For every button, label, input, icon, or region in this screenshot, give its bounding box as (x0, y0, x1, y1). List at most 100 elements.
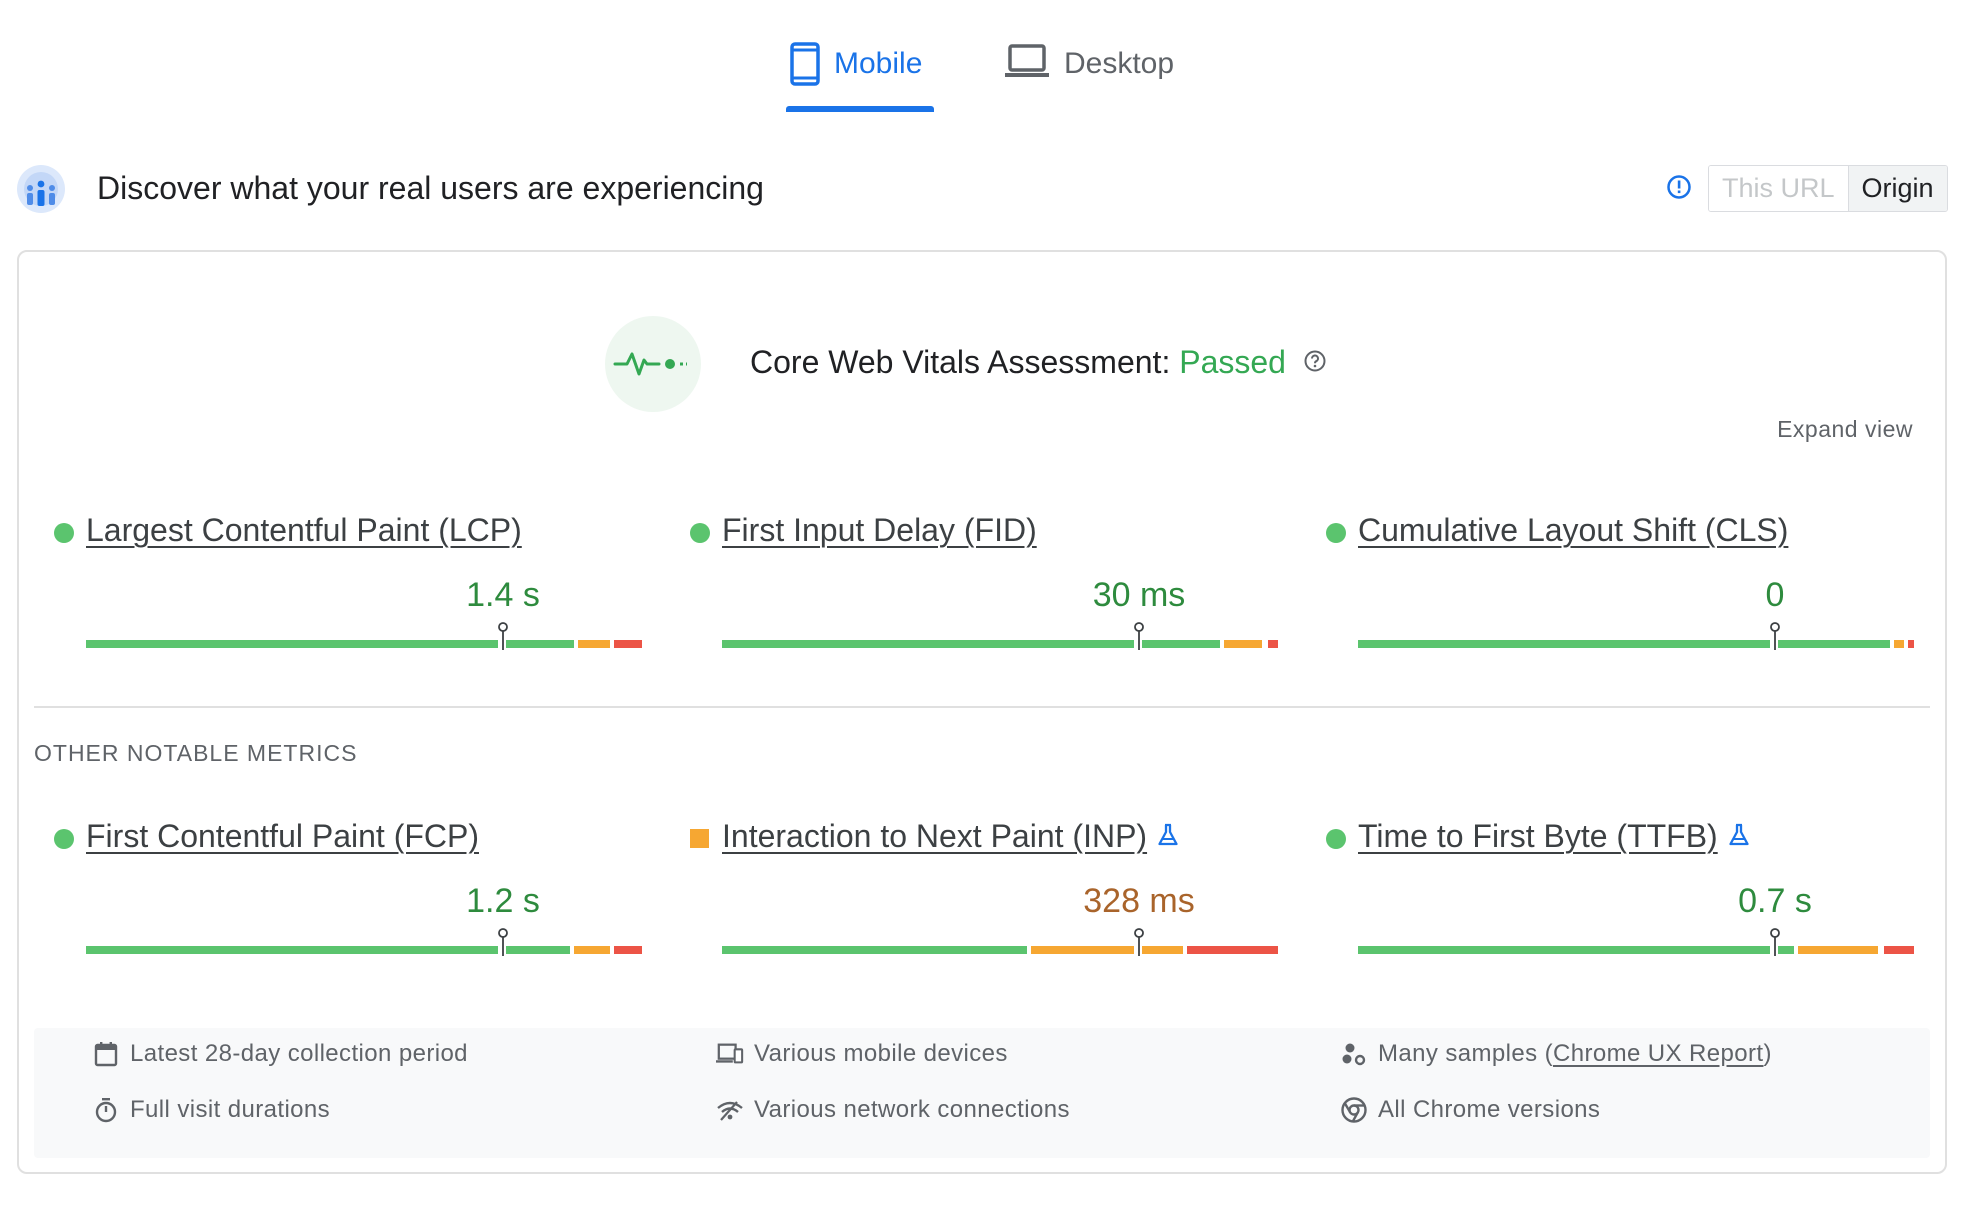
network-item: Various network connections (716, 1096, 1070, 1124)
good-segment (506, 946, 570, 954)
samples-suffix: ) (1763, 1040, 1772, 1067)
chrome-icon (1340, 1096, 1368, 1124)
inp-distribution-bar (722, 928, 1278, 956)
metric-inp: Interaction to Next Paint (INP) 328 ms (670, 810, 1278, 960)
active-tab-indicator (786, 106, 934, 112)
help-icon[interactable] (1303, 340, 1327, 384)
smartphone-icon (790, 42, 820, 94)
real-users-icon (16, 164, 66, 219)
needs-improvement-segment (574, 946, 610, 954)
metric-cls: Cumulative Layout Shift (CLS) 0 (1306, 504, 1914, 654)
cls-distribution-bar (1358, 622, 1914, 650)
samples-item: Many samples (Chrome UX Report) (1340, 1040, 1772, 1068)
good-status-dot (54, 523, 74, 543)
origin-button[interactable]: Origin (1848, 166, 1947, 211)
good-segment (722, 640, 1134, 648)
good-status-dot (690, 523, 710, 543)
metric-ttfb: Time to First Byte (TTFB) 0.7 s (1306, 810, 1914, 960)
metric-fid: First Input Delay (FID) 30 ms (670, 504, 1278, 654)
ttfb-distribution-bar (1358, 928, 1914, 956)
fid-name-link[interactable]: First Input Delay (FID) (722, 508, 1037, 552)
tab-mobile-label: Mobile (834, 47, 923, 80)
chrome-ux-report-link[interactable]: Chrome UX Report (1553, 1040, 1763, 1068)
metric-lcp: Largest Contentful Paint (LCP) 1.4 s (34, 504, 642, 654)
good-segment (506, 640, 574, 648)
good-segment (1358, 640, 1770, 648)
poor-segment (614, 640, 642, 648)
poor-segment (1187, 946, 1278, 954)
device-tabs: Mobile Desktop (0, 0, 1964, 118)
page-title: Discover what your real users are experi… (97, 170, 764, 206)
field-data-card: Core Web Vitals Assessment: Passed Expan… (17, 250, 1947, 1174)
lcp-value: 1.4 s (466, 576, 540, 614)
ttfb-value: 0.7 s (1738, 882, 1812, 920)
needs-improvement-segment (1798, 946, 1878, 954)
laptop-icon (1004, 42, 1050, 88)
stopwatch-icon (92, 1096, 120, 1124)
poor-segment (614, 946, 642, 954)
vitals-pulse-icon (605, 316, 701, 412)
needs-improvement-segment (1894, 640, 1904, 648)
network-text: Various network connections (754, 1096, 1070, 1123)
percentile-marker-icon (1133, 622, 1145, 652)
chrome-versions-text: All Chrome versions (1378, 1096, 1601, 1123)
fid-distribution-bar (722, 622, 1278, 650)
flask-icon (1728, 814, 1750, 858)
chrome-versions-item: All Chrome versions (1340, 1096, 1600, 1124)
good-status-dot (1326, 523, 1346, 543)
needs-improvement-segment (578, 640, 610, 648)
good-segment (86, 640, 498, 648)
collection-period-text: Latest 28-day collection period (130, 1040, 468, 1067)
calendar-icon (92, 1040, 120, 1068)
percentile-marker-icon (1769, 928, 1781, 958)
expand-view-link[interactable]: Expand view (1777, 416, 1913, 443)
ttfb-name-link[interactable]: Time to First Byte (TTFB) (1358, 814, 1750, 858)
network-icon (716, 1096, 744, 1124)
this-url-button[interactable]: This URL (1709, 166, 1849, 211)
other-metrics-heading: OTHER NOTABLE METRICS (34, 740, 358, 766)
cls-name-link[interactable]: Cumulative Layout Shift (CLS) (1358, 508, 1788, 552)
tab-mobile[interactable]: Mobile (790, 38, 922, 108)
fcp-distribution-bar (86, 928, 642, 956)
percentile-marker-icon (497, 928, 509, 958)
collection-period-item: Latest 28-day collection period (92, 1040, 468, 1068)
lcp-name-link[interactable]: Largest Contentful Paint (LCP) (86, 508, 522, 552)
devices-text: Various mobile devices (754, 1040, 1008, 1067)
percentile-marker-icon (1133, 928, 1145, 958)
url-origin-toggle: This URL Origin (1708, 165, 1948, 212)
poor-segment (1268, 640, 1278, 648)
fcp-name-link[interactable]: First Contentful Paint (FCP) (86, 814, 479, 858)
visit-durations-text: Full visit durations (130, 1096, 331, 1123)
needs-improvement-segment (1224, 640, 1262, 648)
metric-fcp: First Contentful Paint (FCP) 1.2 s (34, 810, 642, 960)
poor-segment (1908, 640, 1914, 648)
info-icon[interactable] (1666, 174, 1692, 205)
assessment-heading: Core Web Vitals Assessment: Passed (750, 340, 1327, 384)
assessment-status: Passed (1179, 344, 1286, 380)
tab-desktop[interactable]: Desktop (1004, 38, 1174, 108)
good-segment (1142, 640, 1220, 648)
samples-prefix: Many samples ( (1378, 1040, 1553, 1067)
poor-segment (1884, 946, 1914, 954)
samples-icon (1340, 1040, 1368, 1068)
section-header: Discover what your real users are experi… (0, 160, 1964, 220)
data-source-footer: Latest 28-day collection period Full vis… (34, 1028, 1930, 1158)
devices-icon (716, 1040, 744, 1068)
needs-improvement-segment (1031, 946, 1134, 954)
inp-value: 328 ms (1083, 882, 1195, 920)
devices-item: Various mobile devices (716, 1040, 1008, 1068)
good-segment (1358, 946, 1770, 954)
lcp-distribution-bar (86, 622, 642, 650)
good-status-dot (54, 829, 74, 849)
good-status-dot (1326, 829, 1346, 849)
assessment-label: Core Web Vitals Assessment: (750, 344, 1171, 380)
good-segment (722, 946, 1027, 954)
cls-value: 0 (1765, 576, 1785, 614)
section-divider (34, 706, 1930, 708)
visit-durations-item: Full visit durations (92, 1096, 330, 1124)
good-segment (1778, 640, 1890, 648)
inp-name-link[interactable]: Interaction to Next Paint (INP) (722, 814, 1179, 858)
good-segment (86, 946, 498, 954)
tab-desktop-label: Desktop (1064, 47, 1175, 80)
flask-icon (1157, 814, 1179, 858)
